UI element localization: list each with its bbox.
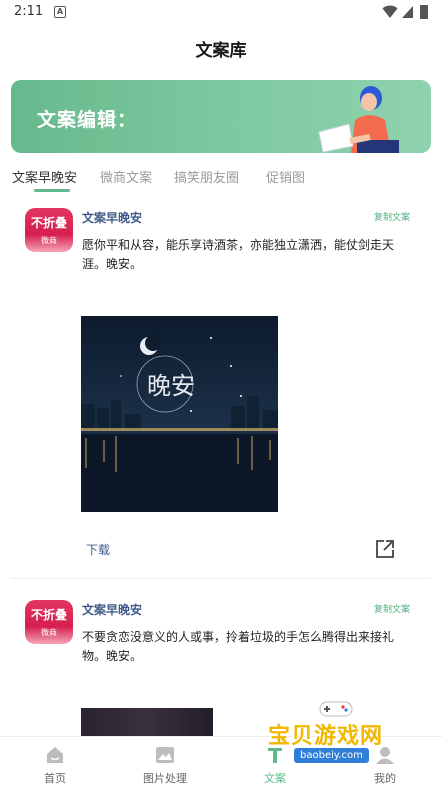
copy-text-button[interactable]: 复制文案 [374, 210, 410, 223]
post-text: 不要贪恋没意义的人或事，拎着垃圾的手怎么腾得出来接礼物。晚安。 [82, 630, 395, 663]
post-image[interactable] [81, 708, 213, 736]
nav-home[interactable]: 首页 [0, 737, 110, 787]
avatar-text-bottom: 微商 [41, 628, 57, 637]
tab-morning-night[interactable]: 文案早晚安 [12, 167, 77, 186]
post-author[interactable]: 文案早晚安 [82, 601, 142, 618]
post-image[interactable]: 晚安 [81, 316, 278, 512]
avatar[interactable]: 不折叠 微商 [25, 208, 73, 252]
nav-image-tools-label: 图片处理 [143, 772, 187, 785]
home-icon [47, 747, 63, 763]
active-tab-indicator [34, 189, 70, 192]
avatar-text-top: 不折叠 [30, 216, 67, 230]
post-divider [11, 578, 431, 579]
category-tabs: 文案早晚安 微商文案 搞笑朋友圈 促销图 [0, 165, 442, 192]
signal-icon [402, 6, 413, 18]
nav-home-label: 首页 [44, 772, 66, 785]
share-icon[interactable] [374, 538, 396, 560]
nav-copywriting-label: 文案 [264, 772, 286, 785]
banner-label: 文案编辑： [37, 109, 138, 131]
watermark-text: 宝贝游戏网 [268, 724, 384, 749]
image-caption: 晚安 [147, 372, 195, 400]
tab-wechat-business[interactable]: 微商文案 [100, 167, 152, 186]
nav-profile-label: 我的 [374, 772, 396, 785]
avatar-text-bottom: 微商 [41, 236, 57, 245]
post-text: 愿你平和从容，能乐享诗酒茶，亦能独立潇洒，能仗剑走天涯。晚安。 [82, 238, 395, 271]
nav-image-tools[interactable]: 图片处理 [110, 737, 220, 787]
night-city-image: 晚安 [81, 316, 278, 512]
image-icon [156, 747, 174, 763]
battery-icon [420, 5, 428, 19]
post-author[interactable]: 文案早晚安 [82, 209, 142, 226]
avatar-text-top: 不折叠 [30, 608, 67, 622]
avatar[interactable]: 不折叠 微商 [25, 600, 73, 644]
status-bar: 2:11 A [0, 0, 442, 26]
notification-icon: A [54, 6, 66, 18]
watermark: 宝贝游戏网 baobeiy.com [264, 696, 414, 768]
page-title: 文案库 [195, 41, 247, 61]
gamepad-icon [319, 701, 353, 717]
download-button[interactable]: 下载 [86, 541, 110, 558]
edit-banner[interactable]: 文案编辑： [11, 80, 431, 153]
watermark-url: baobeiy.com [294, 748, 369, 763]
status-time: 2:11 [14, 4, 44, 19]
copy-text-button[interactable]: 复制文案 [374, 602, 410, 615]
tab-funny-moments[interactable]: 搞笑朋友圈 [174, 167, 239, 186]
wifi-icon [382, 5, 398, 18]
person-laptop-illustration [318, 86, 399, 153]
tab-promotion[interactable]: 促销图 [266, 167, 305, 186]
